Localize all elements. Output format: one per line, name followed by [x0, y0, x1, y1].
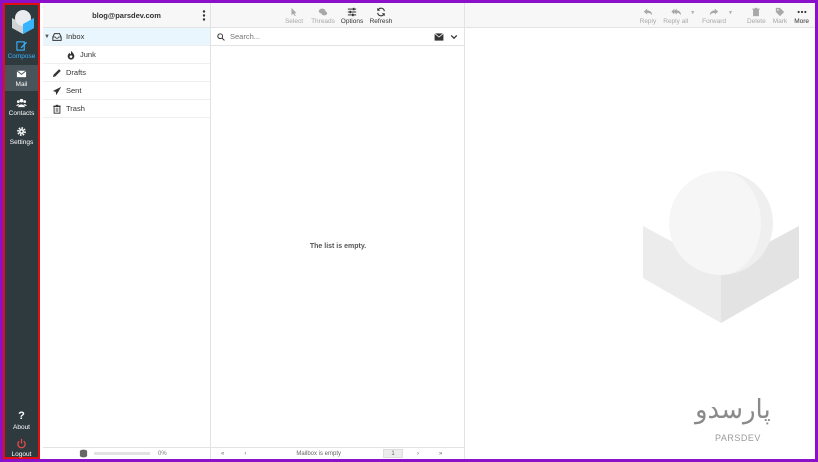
- folder-junk[interactable]: Junk: [43, 46, 210, 64]
- folder-header: blog@parsdev.com: [43, 3, 210, 28]
- contacts-icon: [16, 98, 27, 108]
- folder-drafts[interactable]: Drafts: [43, 64, 210, 82]
- prev-page-icon[interactable]: ‹: [244, 451, 246, 457]
- paper-plane-icon: [52, 86, 62, 95]
- fire-icon: [67, 50, 75, 60]
- page-number-input[interactable]: 1: [383, 449, 404, 458]
- compose-button[interactable]: Compose: [5, 37, 38, 63]
- list-pager: « ‹ Mailbox is empty 1 › »: [211, 447, 464, 459]
- threads-label: Threads: [311, 18, 335, 25]
- trash-icon: [752, 7, 761, 17]
- account-email: blog@parsdev.com: [92, 10, 161, 20]
- logout-label: Logout: [11, 451, 32, 458]
- collapse-caret-icon[interactable]: ▼: [44, 34, 50, 40]
- refresh-button[interactable]: Refresh: [367, 7, 396, 25]
- reply-all-label: Reply all: [663, 18, 689, 25]
- forward-icon: [709, 8, 719, 16]
- database-icon: [79, 449, 88, 458]
- reply-button[interactable]: Reply: [639, 7, 657, 25]
- quota-track: [94, 452, 150, 455]
- roundcube-logo[interactable]: [10, 8, 36, 34]
- sliders-icon: [347, 7, 357, 17]
- refresh-label: Refresh: [369, 18, 393, 25]
- select-label: Select: [284, 18, 304, 25]
- mark-button[interactable]: Mark: [773, 7, 787, 25]
- comments-icon: [318, 8, 328, 16]
- nav-settings[interactable]: Settings: [5, 123, 38, 149]
- cursor-icon: [291, 7, 297, 17]
- next-page-icon[interactable]: ›: [417, 451, 419, 457]
- message-preview-panel: Reply Reply all ▼ Forward ▼ Delete Mark …: [465, 3, 815, 459]
- reply-all-button[interactable]: Reply all: [663, 7, 688, 25]
- list-status: Mailbox is empty: [296, 450, 342, 457]
- quota-bar: 0%: [43, 447, 210, 459]
- folder-inbox[interactable]: ▼ Inbox: [43, 28, 210, 46]
- main-nav: Compose Mail Contacts Settings ? About L…: [3, 3, 40, 459]
- nav-logout[interactable]: Logout: [5, 435, 38, 459]
- message-toolbar: Reply Reply all ▼ Forward ▼ Delete Mark …: [465, 3, 815, 28]
- nav-contacts[interactable]: Contacts: [5, 94, 38, 120]
- refresh-icon: [377, 7, 385, 17]
- trash-icon: [53, 104, 61, 114]
- power-icon: [17, 438, 26, 449]
- folder-label: Inbox: [66, 32, 85, 41]
- envelope-filter-icon[interactable]: [434, 32, 444, 41]
- about-label: About: [13, 424, 30, 431]
- more-button[interactable]: More: [794, 7, 809, 25]
- reply-all-dropdown-icon[interactable]: ▼: [690, 10, 695, 16]
- options-label: Options: [340, 18, 364, 25]
- reply-label: Reply: [639, 18, 657, 25]
- contacts-label: Contacts: [8, 110, 35, 117]
- compose-icon: [16, 41, 27, 51]
- reply-icon: [643, 8, 653, 16]
- delete-button[interactable]: Delete: [747, 7, 766, 25]
- forward-label: Forward: [702, 18, 726, 25]
- nav-about[interactable]: ? About: [5, 408, 38, 434]
- question-icon: ?: [18, 410, 25, 422]
- reply-all-icon: [671, 8, 681, 16]
- parsdev-text: PARSDEV: [715, 433, 761, 443]
- settings-label: Settings: [9, 139, 34, 146]
- threads-button[interactable]: Threads: [309, 7, 338, 25]
- folder-trash[interactable]: Trash: [43, 100, 210, 118]
- envelope-icon: [16, 70, 27, 78]
- folder-label: Trash: [66, 104, 85, 113]
- forward-button[interactable]: Forward: [702, 7, 726, 25]
- kebab-menu-icon[interactable]: [202, 10, 206, 21]
- roundcube-window: Compose Mail Contacts Settings ? About L…: [3, 3, 815, 459]
- folder-label: Drafts: [66, 68, 87, 77]
- forward-dropdown-icon[interactable]: ▼: [728, 10, 733, 16]
- quota-percent: 0%: [158, 450, 167, 457]
- tag-icon: [775, 7, 785, 17]
- ellipsis-icon: [797, 10, 807, 14]
- parsdev-script: پارسدو: [695, 395, 771, 425]
- pencil-icon: [52, 68, 61, 77]
- select-button[interactable]: Select: [280, 7, 309, 25]
- empty-list-message: The list is empty.: [309, 243, 367, 250]
- message-list-panel: Select Threads Options Refresh Search...…: [211, 3, 465, 459]
- chevron-down-icon[interactable]: [450, 33, 458, 41]
- options-button[interactable]: Options: [338, 7, 367, 25]
- delete-label: Delete: [746, 18, 766, 25]
- first-page-icon[interactable]: «: [221, 451, 224, 457]
- last-page-icon[interactable]: »: [439, 451, 442, 457]
- folder-sent[interactable]: Sent: [43, 82, 210, 100]
- search-icon: [217, 32, 225, 41]
- nav-mail[interactable]: Mail: [5, 65, 38, 91]
- more-label: More: [794, 18, 809, 25]
- mark-label: Mark: [772, 18, 788, 25]
- folder-label: Sent: [66, 86, 82, 95]
- roundcube-watermark-logo: [643, 171, 799, 323]
- gear-icon: [17, 127, 26, 136]
- folder-panel: blog@parsdev.com ▼ Inbox Junk Drafts Sen…: [43, 3, 211, 459]
- folder-label: Junk: [80, 50, 96, 59]
- search-input[interactable]: [230, 32, 430, 41]
- list-toolbar: Select Threads Options Refresh: [211, 3, 464, 28]
- mail-label: Mail: [15, 81, 28, 88]
- inbox-icon: [52, 32, 62, 41]
- compose-label: Compose: [7, 53, 36, 60]
- search-bar: [211, 28, 464, 46]
